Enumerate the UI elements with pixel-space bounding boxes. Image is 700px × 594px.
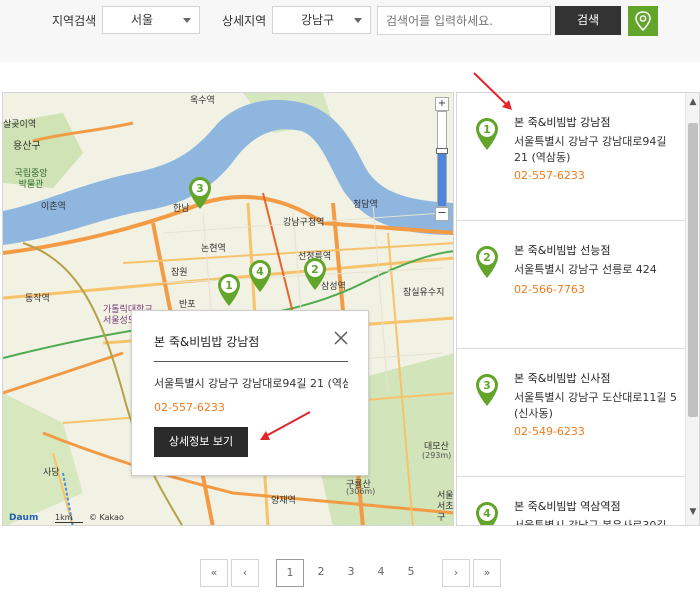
map-label-dongjak: 동작역 xyxy=(25,294,50,304)
map-marker-3[interactable]: 3 xyxy=(188,176,212,210)
zoom-slider[interactable] xyxy=(436,111,448,207)
store-number: 4 xyxy=(483,507,491,520)
page-link-4[interactable]: 4 xyxy=(367,559,395,587)
zoom-in-button[interactable]: + xyxy=(435,97,449,111)
store-info-popup: 본 죽&비빔밥 강남점 서울특별시 강남구 강남대로94길 21 (역삼동) 0… xyxy=(131,310,369,476)
page-link-1[interactable]: 1 xyxy=(276,559,304,587)
store-address: 서울특별시 강남구 강남대로94길 21 (역삼동) xyxy=(514,135,667,164)
scroll-down-arrow-icon[interactable]: ▼ xyxy=(688,507,698,517)
page-link-2[interactable]: 2 xyxy=(307,559,335,587)
store-number: 1 xyxy=(483,123,491,136)
map-marker-3-number: 3 xyxy=(196,182,204,195)
map-label-mangwon: 살곶이역 xyxy=(3,120,37,130)
popup-divider xyxy=(154,361,348,362)
map-label-sadang: 사당 xyxy=(43,468,60,478)
store-address: 서울특별시 강남구 도산대로11길 5 (신사동) xyxy=(514,391,678,420)
district-select[interactable]: 강남구 xyxy=(272,6,371,34)
view-details-button[interactable]: 상세정보 보기 xyxy=(154,427,248,457)
zoom-slider-handle[interactable] xyxy=(436,148,448,154)
store-phone: 02-549-6233 xyxy=(514,425,585,438)
search-bar: 지역검색 서울 상세지역 강남구 검색 xyxy=(0,0,700,62)
region-select-value: 서울 xyxy=(131,13,154,27)
daum-logo: Daum xyxy=(9,513,39,523)
district-select-value: 강남구 xyxy=(301,13,335,27)
store-number: 3 xyxy=(483,379,491,392)
map-marker-1[interactable]: 1 xyxy=(217,273,241,307)
list-item[interactable]: 1 본 죽&비빔밥 강남점 서울특별시 강남구 강남대로94길 21 (역삼동)… xyxy=(457,93,685,221)
close-icon[interactable] xyxy=(334,331,348,345)
map-label-yongsan: 용산구 xyxy=(13,141,41,152)
page-link-3[interactable]: 3 xyxy=(337,559,365,587)
map-marker-4-number: 4 xyxy=(256,265,264,278)
map-label-daemo-height: (293m) xyxy=(422,451,452,460)
store-address: 서울특별시 강남구 선릉로 424 xyxy=(514,263,657,276)
first-page-button[interactable]: « xyxy=(200,559,228,587)
map-label-guryong-height: (306m) xyxy=(346,487,376,496)
map-marker-1-number: 1 xyxy=(225,279,233,292)
map-label-museum: 국립중앙 박물관 xyxy=(14,169,48,190)
chevron-down-icon xyxy=(354,18,362,23)
map-label-gangnamgu-office: 강남구청역 xyxy=(283,218,325,228)
page-link-5[interactable]: 5 xyxy=(397,559,425,587)
popup-title: 본 죽&비빔밥 강남점 xyxy=(154,335,260,349)
store-number: 2 xyxy=(483,251,491,264)
store-marker-icon: 3 xyxy=(476,374,498,406)
search-button[interactable]: 검색 xyxy=(555,6,621,35)
popup-phone: 02-557-6233 xyxy=(154,401,225,414)
store-phone: 02-557-6233 xyxy=(514,169,585,182)
scrollbar-thumb[interactable] xyxy=(688,123,698,417)
district-label: 상세지역 xyxy=(222,14,267,28)
list-item[interactable]: 2 본 죽&비빔밥 선능점 서울특별시 강남구 선릉로 424 02-566-7… xyxy=(457,221,685,349)
store-marker-icon: 4 xyxy=(476,502,498,525)
store-name[interactable]: 본 죽&비빔밥 선능점 xyxy=(514,242,611,258)
map-marker-2-number: 2 xyxy=(311,263,319,276)
region-label: 지역검색 xyxy=(52,14,97,28)
search-input[interactable] xyxy=(377,6,551,35)
zoom-out-button[interactable]: − xyxy=(435,207,449,221)
map-label-ichon: 이촌역 xyxy=(41,202,66,212)
store-name[interactable]: 본 죽&비빔밥 강남점 xyxy=(514,114,611,130)
list-scrollbar[interactable]: ▲ ▼ xyxy=(685,93,699,525)
region-select[interactable]: 서울 xyxy=(102,6,200,34)
map-marker-2[interactable]: 2 xyxy=(303,257,327,291)
store-marker-icon: 1 xyxy=(476,118,498,150)
store-address: 서울특별시 강남구 봉은사로30길 xyxy=(514,519,667,526)
location-button[interactable] xyxy=(628,6,658,36)
last-page-button[interactable]: » xyxy=(473,559,501,587)
chevron-down-icon xyxy=(183,18,191,23)
map-label-cheongdam: 청담역 xyxy=(353,200,378,210)
popup-address: 서울특별시 강남구 강남대로94길 21 (역삼동) xyxy=(154,377,348,390)
next-page-button[interactable]: › xyxy=(442,559,470,587)
map-label-yangjae: 양재역 xyxy=(271,496,296,506)
list-item[interactable]: 3 본 죽&비빔밥 신사점 서울특별시 강남구 도산대로11길 5 (신사동) … xyxy=(457,349,685,477)
store-name[interactable]: 본 죽&비빔밥 역삼역점 xyxy=(514,498,621,514)
map-label-jamsil: 잠실유수지 xyxy=(403,288,445,298)
map-marker-4[interactable]: 4 xyxy=(248,259,272,293)
map-label-seoul-nat: 서울 서초구 xyxy=(437,491,454,523)
kakao-credit: © Kakao xyxy=(89,513,124,522)
map-zoom-control[interactable]: + − xyxy=(435,97,449,221)
store-name[interactable]: 본 죽&비빔밥 신사점 xyxy=(514,370,611,386)
map-label-banpo: 반포 xyxy=(179,300,196,310)
map-scale: 1km xyxy=(55,513,83,523)
store-phone: 02-566-7763 xyxy=(514,283,585,296)
scroll-up-arrow-icon[interactable]: ▲ xyxy=(688,97,698,107)
list-item[interactable]: 4 본 죽&비빔밥 역삼역점 서울특별시 강남구 봉은사로30길 xyxy=(457,477,685,526)
prev-page-button[interactable]: ‹ xyxy=(231,559,259,587)
store-list[interactable]: 1 본 죽&비빔밥 강남점 서울특별시 강남구 강남대로94길 21 (역삼동)… xyxy=(456,92,700,526)
store-marker-icon: 2 xyxy=(476,246,498,278)
map-pin-icon xyxy=(635,11,651,32)
map-label-oksu: 옥수역 xyxy=(190,96,215,106)
map-label-nonhyeon: 논현역 xyxy=(201,244,226,254)
map-label-jamwon: 잠원 xyxy=(171,268,188,278)
